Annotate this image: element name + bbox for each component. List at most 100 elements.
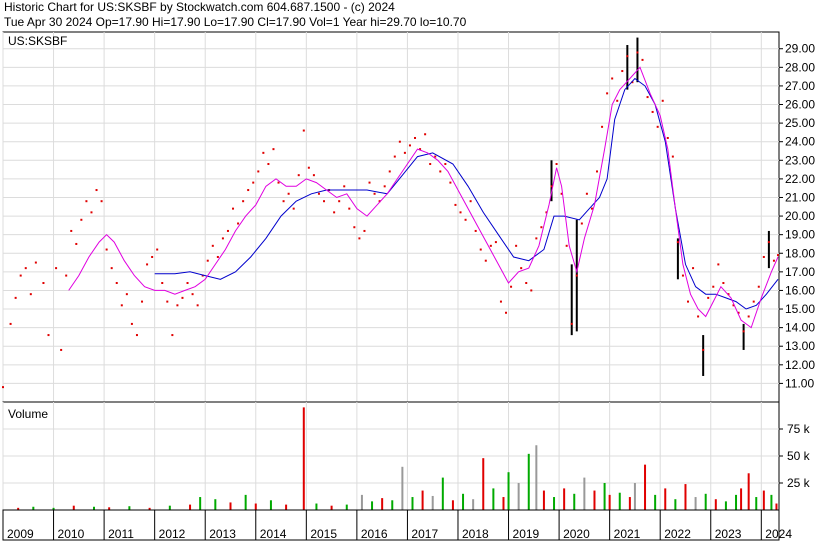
price-point bbox=[388, 170, 391, 173]
price-point bbox=[323, 200, 326, 203]
price-point bbox=[80, 218, 83, 221]
price-point bbox=[408, 144, 411, 147]
price-point bbox=[606, 92, 609, 95]
price-point bbox=[499, 300, 502, 303]
price-point bbox=[636, 51, 639, 54]
price-point bbox=[358, 237, 361, 240]
price-point bbox=[565, 244, 568, 247]
price-point bbox=[333, 211, 336, 214]
price-point bbox=[9, 322, 12, 325]
price-tick-label: 22.00 bbox=[785, 172, 815, 186]
price-point bbox=[317, 192, 320, 195]
x-tick-label: 2023 bbox=[715, 527, 742, 541]
stock-chart: 11.00 12.00 13.00 14.00 15.00 16.00 17.00 18.00… bbox=[2, 31, 815, 541]
price-point bbox=[90, 211, 93, 214]
price-point bbox=[186, 282, 189, 285]
price-tick-label: 12.00 bbox=[785, 358, 815, 372]
x-tick-label: 2018 bbox=[462, 527, 489, 541]
price-point bbox=[429, 163, 432, 166]
price-point bbox=[383, 185, 386, 188]
x-tick-label: 2020 bbox=[563, 527, 590, 541]
price-point bbox=[520, 267, 523, 270]
price-point bbox=[176, 304, 179, 307]
price-point bbox=[555, 163, 558, 166]
price-point bbox=[232, 207, 235, 210]
price-point bbox=[621, 70, 624, 73]
price-point bbox=[151, 255, 154, 258]
price-point bbox=[141, 300, 144, 303]
price-point bbox=[681, 274, 684, 277]
volume-tick-label: 50 k bbox=[787, 449, 811, 463]
price-point bbox=[302, 129, 305, 132]
x-tick-label: 2024 bbox=[765, 527, 792, 541]
price-point bbox=[464, 218, 467, 221]
price-point bbox=[767, 241, 770, 244]
price-tick-label: 15.00 bbox=[785, 302, 815, 316]
price-point bbox=[489, 244, 492, 247]
price-point bbox=[585, 192, 588, 195]
x-tick-label: 2022 bbox=[664, 527, 691, 541]
price-point bbox=[611, 77, 614, 80]
price-point bbox=[42, 282, 45, 285]
price-point bbox=[206, 259, 209, 262]
price-point bbox=[747, 315, 750, 318]
price-point bbox=[297, 174, 300, 177]
price-point bbox=[181, 296, 184, 299]
price-point bbox=[14, 296, 17, 299]
price-point bbox=[2, 386, 4, 389]
price-point bbox=[510, 285, 513, 288]
price-axis: 11.00 12.00 13.00 14.00 15.00 16.00 17.00 18.00… bbox=[779, 42, 815, 390]
price-point bbox=[191, 293, 194, 296]
x-tick-label: 2021 bbox=[614, 527, 641, 541]
price-point bbox=[120, 304, 123, 307]
price-point bbox=[85, 200, 88, 203]
price-tick-label: 19.00 bbox=[785, 228, 815, 242]
x-tick-label: 2013 bbox=[209, 527, 236, 541]
price-point bbox=[95, 189, 98, 192]
price-point bbox=[267, 163, 270, 166]
price-point bbox=[196, 304, 199, 307]
price-point bbox=[75, 242, 78, 245]
price-tick-label: 11.00 bbox=[785, 376, 814, 390]
price-point bbox=[60, 348, 63, 351]
price-point bbox=[414, 136, 417, 139]
price-point bbox=[100, 200, 103, 203]
price-point bbox=[651, 110, 654, 113]
price-point bbox=[530, 289, 533, 292]
price-point bbox=[403, 151, 406, 154]
price-tick-label: 18.00 bbox=[785, 246, 815, 260]
price-point bbox=[535, 237, 538, 240]
price-point bbox=[580, 222, 583, 225]
price-point bbox=[282, 200, 285, 203]
price-point bbox=[393, 155, 396, 158]
price-point bbox=[130, 322, 133, 325]
price-point bbox=[484, 259, 487, 262]
price-point bbox=[575, 274, 578, 277]
price-point bbox=[237, 222, 240, 225]
price-point bbox=[24, 267, 27, 270]
price-point bbox=[105, 248, 108, 251]
price-point bbox=[687, 300, 690, 303]
price-point bbox=[772, 259, 775, 262]
price-point bbox=[661, 99, 664, 102]
price-point bbox=[262, 151, 265, 154]
price-point bbox=[368, 181, 371, 184]
price-point bbox=[671, 155, 674, 158]
price-point bbox=[601, 125, 604, 128]
price-point bbox=[525, 282, 528, 285]
price-point bbox=[247, 189, 250, 192]
price-point bbox=[373, 192, 376, 195]
price-point bbox=[221, 237, 224, 240]
price-tick-label: 20.00 bbox=[785, 209, 815, 223]
price-tick-label: 27.00 bbox=[785, 79, 815, 93]
x-tick-label: 2017 bbox=[411, 527, 438, 541]
price-point bbox=[540, 226, 543, 229]
price-point bbox=[697, 315, 700, 318]
price-point bbox=[515, 244, 518, 247]
price-point bbox=[641, 58, 644, 61]
price-point bbox=[252, 181, 255, 184]
price-point bbox=[449, 181, 452, 184]
price-point bbox=[646, 96, 649, 99]
x-tick-label: 2014 bbox=[260, 527, 287, 541]
price-point bbox=[454, 203, 457, 206]
